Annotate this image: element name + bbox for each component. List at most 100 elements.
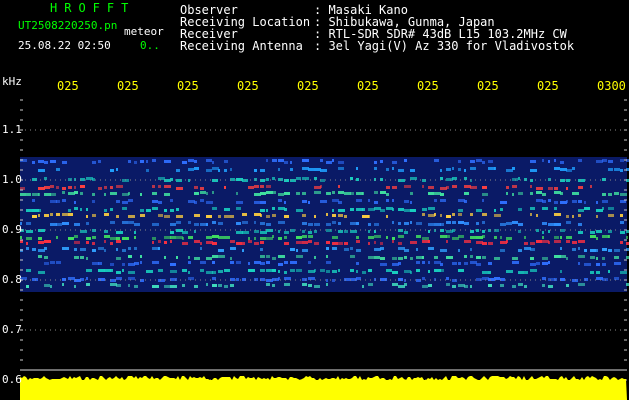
signal-segment — [458, 209, 463, 212]
signal-segment — [290, 168, 293, 171]
signal-segment — [188, 221, 191, 224]
signal-segment — [50, 193, 56, 196]
signal-segment — [332, 247, 337, 250]
signal-segment — [392, 167, 394, 170]
signal-segment — [164, 185, 171, 188]
signal-segment — [284, 236, 287, 239]
signal-segment — [440, 214, 442, 217]
signal-segment — [482, 161, 485, 164]
signal-segment — [194, 223, 199, 226]
signal-segment — [536, 199, 543, 202]
signal-segment — [110, 186, 113, 189]
signal-segment — [566, 236, 572, 239]
signal-segment — [284, 161, 288, 164]
signal-segment — [86, 277, 88, 280]
signal-segment — [110, 221, 115, 224]
signal-segment — [272, 235, 274, 238]
signal-segment — [38, 237, 42, 240]
signal-segment — [554, 191, 561, 194]
signal-segment — [296, 249, 298, 252]
signal-segment — [50, 223, 57, 226]
signal-segment — [542, 222, 547, 225]
signal-segment — [512, 193, 514, 196]
signal-segment — [332, 191, 335, 194]
signal-segment — [596, 160, 603, 163]
signal-segment — [26, 230, 33, 233]
signal-segment — [230, 240, 235, 243]
signal-segment — [38, 229, 45, 232]
signal-segment — [506, 270, 513, 273]
signal-segment — [266, 209, 268, 212]
signal-segment — [374, 241, 376, 244]
signal-segment — [164, 256, 166, 259]
signal-segment — [542, 207, 548, 210]
signal-segment — [140, 214, 145, 217]
signal-segment — [338, 242, 343, 245]
signal-segment — [458, 262, 461, 265]
signal-segment — [236, 201, 243, 204]
signal-segment — [458, 160, 461, 163]
signal-segment — [278, 270, 280, 273]
signal-segment — [212, 221, 216, 224]
signal-segment — [488, 242, 493, 245]
signal-segment — [410, 221, 412, 224]
signal-segment — [284, 271, 287, 274]
signal-segment — [236, 278, 239, 281]
signal-segment — [350, 255, 355, 258]
signal-segment — [560, 161, 564, 164]
signal-segment — [428, 270, 430, 273]
signal-segment — [344, 278, 350, 281]
signal-segment — [104, 186, 107, 189]
signal-segment — [236, 192, 238, 195]
signal-segment — [26, 209, 32, 212]
signal-segment — [62, 213, 68, 216]
signal-segment — [572, 241, 577, 244]
x-tick-label: 025 — [177, 79, 199, 93]
signal-segment — [368, 215, 370, 218]
signal-segment — [452, 221, 456, 224]
signal-segment — [602, 263, 606, 266]
signal-segment — [266, 178, 269, 181]
signal-segment — [50, 261, 55, 264]
signal-segment — [440, 263, 443, 266]
signal-segment — [20, 193, 26, 196]
signal-segment — [428, 284, 432, 287]
signal-segment — [326, 261, 331, 264]
signal-segment — [44, 161, 48, 164]
signal-segment — [200, 191, 206, 194]
signal-segment — [122, 193, 129, 196]
signal-segment — [32, 193, 39, 196]
signal-segment — [92, 214, 96, 217]
signal-segment — [542, 193, 546, 196]
signal-segment — [470, 285, 472, 288]
signal-segment — [422, 240, 429, 243]
signal-segment — [434, 213, 436, 216]
signal-segment — [356, 199, 362, 202]
signal-segment — [278, 237, 282, 240]
signal-segment — [536, 229, 539, 232]
signal-segment — [530, 207, 535, 210]
signal-segment — [578, 283, 585, 286]
signal-segment — [398, 169, 404, 172]
signal-segment — [326, 241, 330, 244]
signal-segment — [98, 262, 102, 265]
signal-segment — [494, 214, 501, 217]
signal-segment — [284, 261, 288, 264]
signal-segment — [326, 270, 330, 273]
signal-segment — [314, 285, 320, 288]
signal-segment — [182, 242, 188, 245]
signal-segment — [392, 161, 397, 164]
signal-segment — [92, 200, 95, 203]
signal-segment — [38, 255, 42, 258]
signal-segment — [230, 261, 234, 264]
signal-segment — [548, 187, 553, 190]
signal-segment — [134, 285, 138, 288]
signal-segment — [482, 230, 485, 233]
signal-segment — [422, 237, 429, 240]
signal-segment — [362, 208, 365, 211]
signal-segment — [428, 207, 435, 210]
signal-segment — [614, 249, 620, 252]
signal-segment — [302, 222, 307, 225]
signal-segment — [194, 160, 197, 163]
signal-segment — [398, 179, 405, 182]
